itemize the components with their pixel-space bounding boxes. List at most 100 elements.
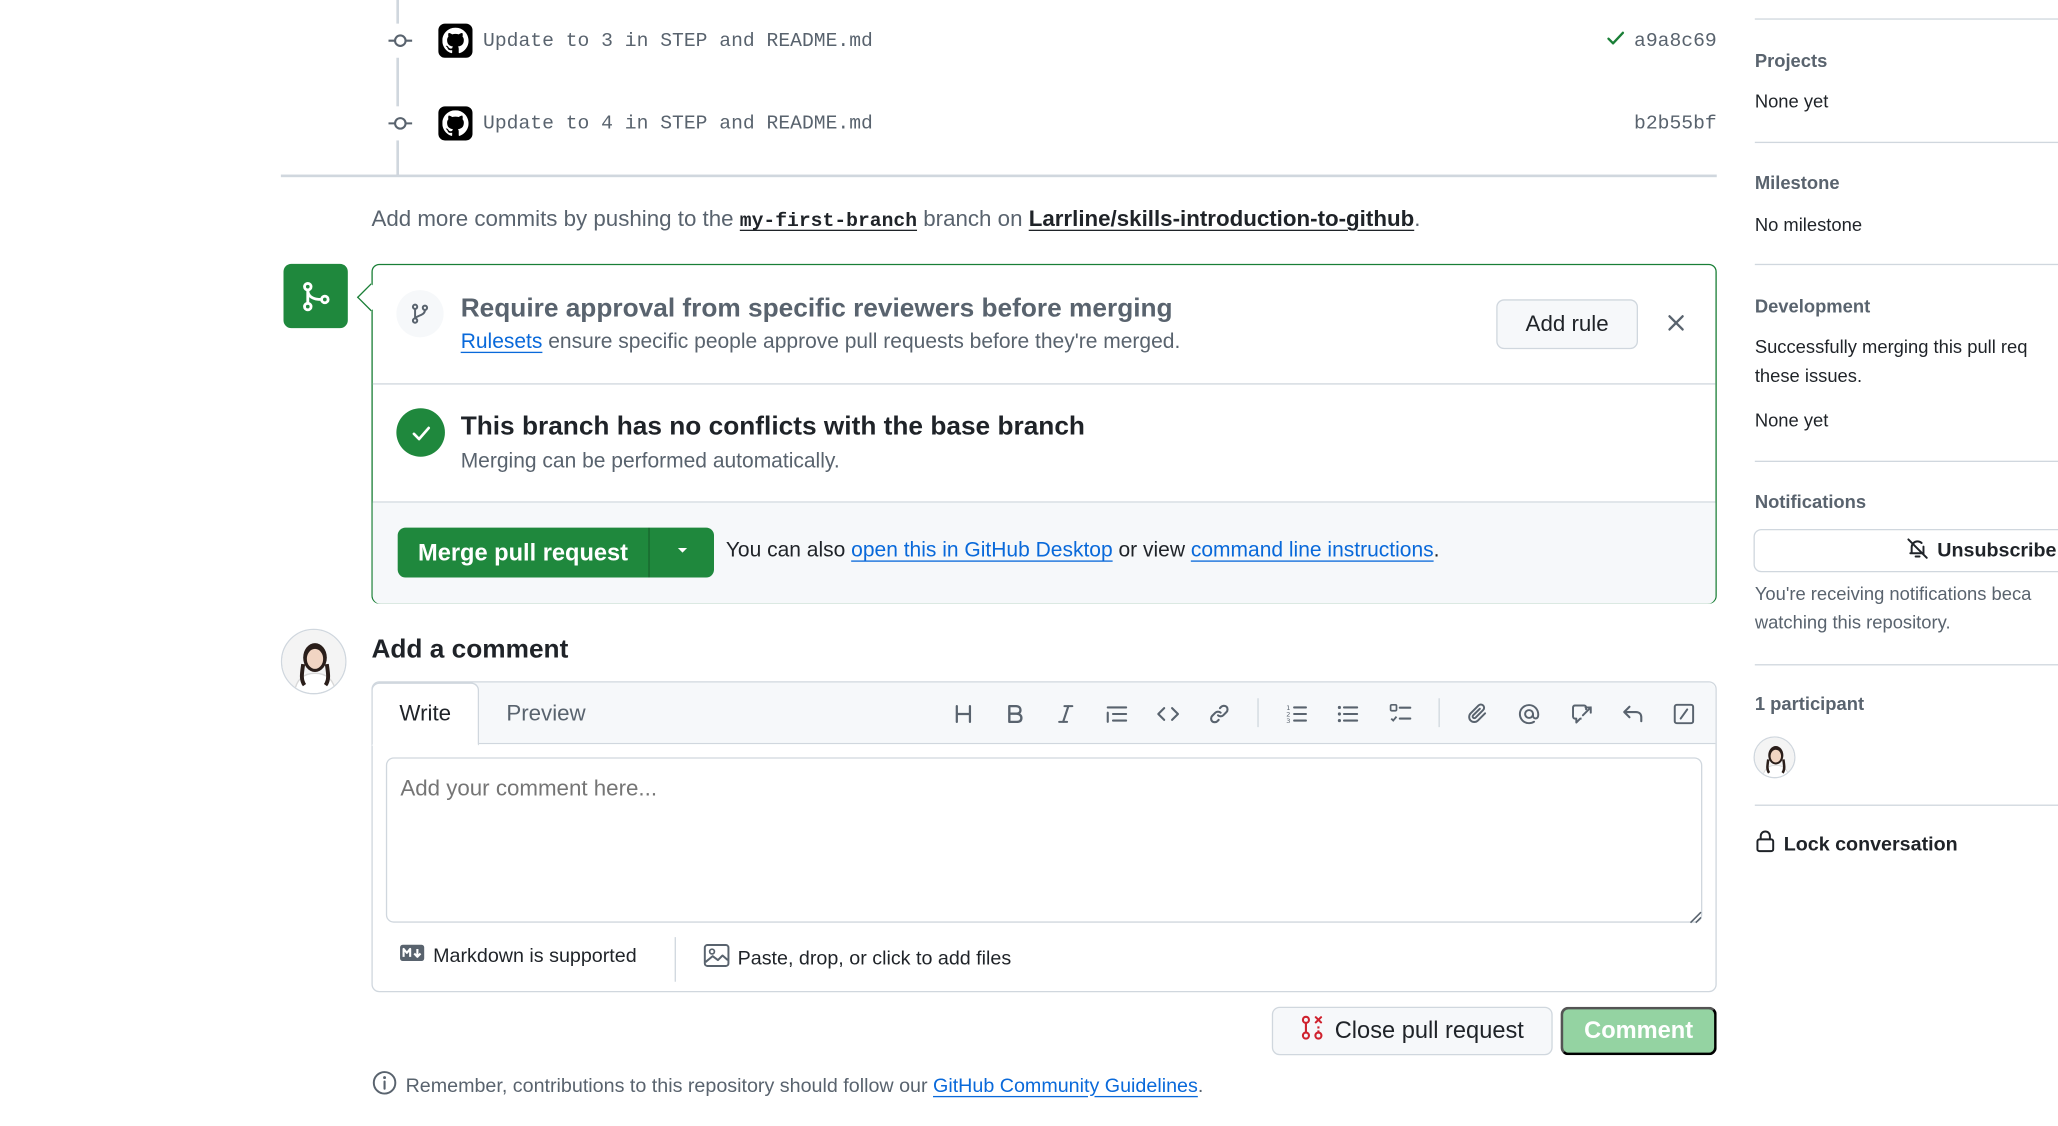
push-hint-suffix: .: [1414, 206, 1421, 231]
branch-name-link[interactable]: my-first-branch: [740, 210, 917, 232]
sidebar-milestone-heading[interactable]: Milestone: [1755, 172, 1840, 193]
commit-row[interactable]: Update to 4 in STEP and README.md b2b55b…: [381, 102, 1717, 144]
merge-actions: Merge pull request You can also open thi…: [372, 502, 1716, 604]
sidebar-divider: [1754, 664, 2058, 666]
unsubscribe-button[interactable]: Unsubscribe: [1753, 528, 2058, 573]
resize-grip-icon[interactable]: [1687, 907, 1703, 924]
toolbar-separator: [1257, 698, 1259, 728]
mention-icon[interactable]: [1513, 698, 1545, 730]
guidelines-suffix: .: [1197, 1074, 1204, 1097]
info-icon: [371, 1070, 397, 1102]
git-pull-request-closed-icon[interactable]: [1301, 1015, 1325, 1048]
pull-request-main-column: Update to 3 in STEP and README.md a9a8c6…: [0, 0, 2058, 1126]
sidebar-participants-heading: 1 participant: [1754, 693, 1865, 714]
merge-alternatives: You can also open this in GitHub Desktop…: [726, 539, 1440, 563]
sidebar-milestone-value: No milestone: [1754, 213, 1863, 235]
commit-message[interactable]: Update to 3 in STEP and README.md: [483, 30, 1605, 52]
markdown-note[interactable]: Markdown is supported: [399, 944, 637, 968]
sidebar-development-value: None yet: [1754, 409, 1829, 431]
bold-icon[interactable]: [999, 698, 1031, 730]
commit-sha-text[interactable]: a9a8c69: [1634, 30, 1717, 52]
unordered-list-icon[interactable]: [1332, 698, 1364, 730]
participant-avatar[interactable]: [1753, 736, 1796, 779]
merge-alt-prefix: You can also: [725, 539, 846, 562]
merge-pull-request-button[interactable]: Merge pull request: [398, 527, 650, 578]
paperclip-icon[interactable]: [1462, 698, 1494, 730]
markdown-note-text[interactable]: Markdown is supported: [433, 944, 637, 966]
unsubscribe-label[interactable]: Unsubscribe: [1937, 539, 2056, 561]
ordered-list-icon[interactable]: 123: [1281, 698, 1313, 730]
sidebar-development-heading[interactable]: Development: [1755, 295, 1870, 316]
sidebar-divider: [1754, 141, 2058, 144]
task-list-icon[interactable]: [1385, 698, 1417, 730]
comment-button[interactable]: Comment: [1560, 1006, 1717, 1056]
commit-sha[interactable]: a9a8c69: [1605, 27, 1717, 55]
no-conflicts-section: This branch has no conflicts with the ba…: [372, 385, 1716, 503]
toolbar-separator: [1438, 698, 1440, 728]
guidelines-prefix: Remember, contributions to this reposito…: [405, 1074, 928, 1097]
push-hint-prefix: Add more commits by pushing to the: [371, 206, 734, 231]
git-commit-icon: [383, 106, 418, 141]
tab-write[interactable]: Write: [371, 682, 480, 746]
notifications-reason-line: You're receiving notifications beca: [1754, 582, 2032, 604]
close-pull-request-button[interactable]: Close pull request: [1271, 1006, 1553, 1056]
tab-preview[interactable]: Preview: [480, 683, 611, 746]
merge-box: Require approval from specific reviewers…: [371, 263, 1717, 604]
quote-icon[interactable]: [1101, 698, 1133, 730]
commit-row[interactable]: Update to 3 in STEP and README.md a9a8c6…: [381, 20, 1717, 62]
slash-command-icon[interactable]: [1668, 698, 1700, 730]
push-hint-middle: branch on: [923, 206, 1023, 231]
lock-icon[interactable]: [1755, 830, 1776, 859]
merge-button-group: Merge pull request: [397, 527, 714, 578]
commit-message[interactable]: Update to 4 in STEP and README.md: [483, 112, 1634, 134]
italic-icon[interactable]: [1050, 698, 1082, 730]
sidebar-divider: [1754, 460, 2058, 462]
commit-sha-text[interactable]: b2b55bf: [1634, 112, 1717, 134]
github-desktop-link[interactable]: open this in GitHub Desktop: [851, 539, 1112, 561]
cross-reference-icon[interactable]: [1566, 698, 1598, 730]
github-avatar-icon[interactable]: [438, 106, 473, 141]
commit-sha[interactable]: b2b55bf: [1634, 112, 1717, 134]
code-icon[interactable]: [1152, 698, 1184, 730]
notifications-reason-line: watching this repository.: [1754, 611, 1951, 633]
comment-input[interactable]: [385, 757, 1703, 923]
rules-subtitle: Rulesets ensure specific people approve …: [461, 331, 1181, 355]
command-line-link[interactable]: command line instructions: [1191, 539, 1434, 561]
triangle-down-icon[interactable]: [674, 541, 690, 565]
avatar[interactable]: [280, 628, 347, 695]
add-comment-heading: Add a comment: [371, 635, 569, 665]
add-rule-button[interactable]: Add rule: [1496, 299, 1638, 350]
community-guidelines-link[interactable]: GitHub Community Guidelines: [933, 1074, 1198, 1096]
git-branch-icon: [396, 290, 444, 338]
heading-icon[interactable]: [948, 698, 980, 730]
git-merge-icon: [283, 263, 348, 329]
link-icon[interactable]: [1204, 698, 1236, 730]
merge-options-dropdown[interactable]: [650, 528, 714, 578]
repo-link[interactable]: Larrline/skills-introduction-to-github: [1029, 206, 1415, 231]
close-icon[interactable]: [1660, 307, 1692, 339]
sidebar-divider: [1754, 18, 2058, 20]
markdown-icon[interactable]: [399, 944, 425, 968]
image-icon[interactable]: [703, 944, 730, 973]
sidebar-development-line: these issues.: [1754, 364, 1863, 386]
sidebar-development-line: Successfully merging this pull req: [1754, 336, 2028, 357]
github-avatar-icon[interactable]: [438, 23, 473, 58]
rules-subtitle-text: ensure specific people approve pull requ…: [548, 330, 1181, 354]
reply-icon[interactable]: [1617, 698, 1649, 730]
sidebar-projects-heading[interactable]: Projects: [1755, 50, 1828, 71]
merge-alt-middle: or view: [1118, 539, 1186, 562]
sidebar-notifications-heading: Notifications: [1754, 490, 1867, 512]
add-files-text[interactable]: Paste, drop, or click to add files: [738, 947, 1012, 969]
add-files-button[interactable]: Paste, drop, or click to add files: [703, 944, 1012, 973]
check-circle-icon: [396, 408, 445, 457]
close-pull-request-label[interactable]: Close pull request: [1335, 1017, 1524, 1045]
sidebar-divider: [1754, 804, 2058, 806]
conflicts-title: This branch has no conflicts with the ba…: [460, 412, 1085, 441]
lock-conversation-label[interactable]: Lock conversation: [1784, 833, 1958, 855]
lock-conversation-button[interactable]: Lock conversation: [1755, 830, 1958, 859]
bell-slash-icon[interactable]: [1906, 536, 1930, 565]
sidebar-divider: [1754, 263, 2058, 266]
rulesets-link[interactable]: Rulesets: [461, 331, 543, 353]
check-icon[interactable]: [1605, 27, 1626, 55]
svg-text:3: 3: [1286, 717, 1290, 725]
